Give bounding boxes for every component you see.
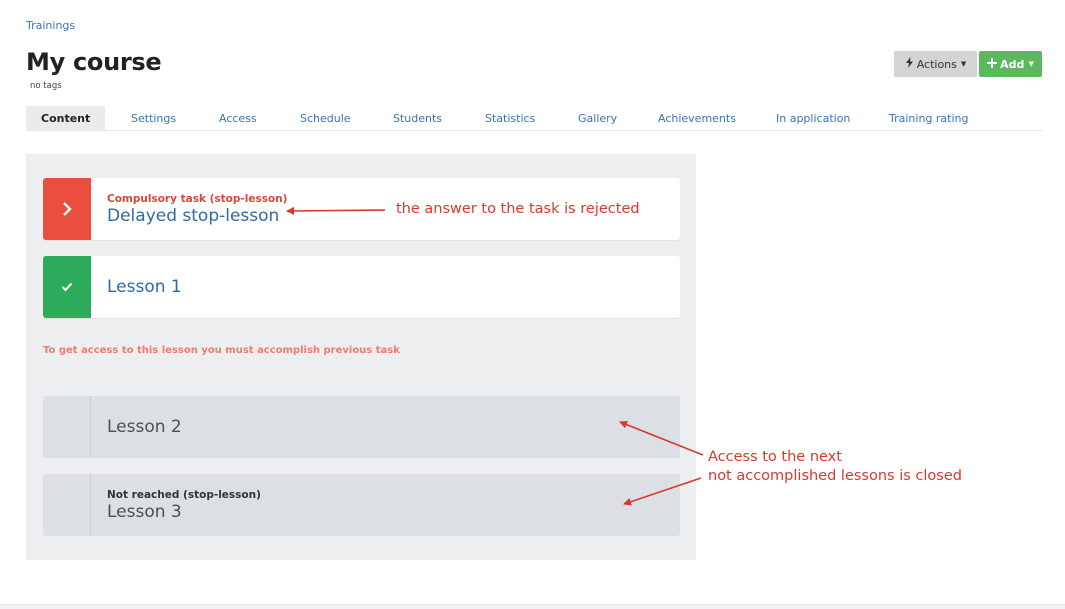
annotation-closed-line2: not accomplished lessons is closed: [708, 468, 962, 484]
bottom-bar: [0, 604, 1065, 609]
annotation-closed-line1: Access to the next: [708, 449, 842, 465]
annotation-arrow-lesson-3: [623, 477, 702, 506]
annotation-rejected: the answer to the task is rejected: [396, 201, 640, 217]
annotation-arrow-rejected: [286, 206, 386, 215]
annotation-arrow-lesson-2: [619, 420, 704, 456]
annotation-arrows: [286, 206, 704, 506]
